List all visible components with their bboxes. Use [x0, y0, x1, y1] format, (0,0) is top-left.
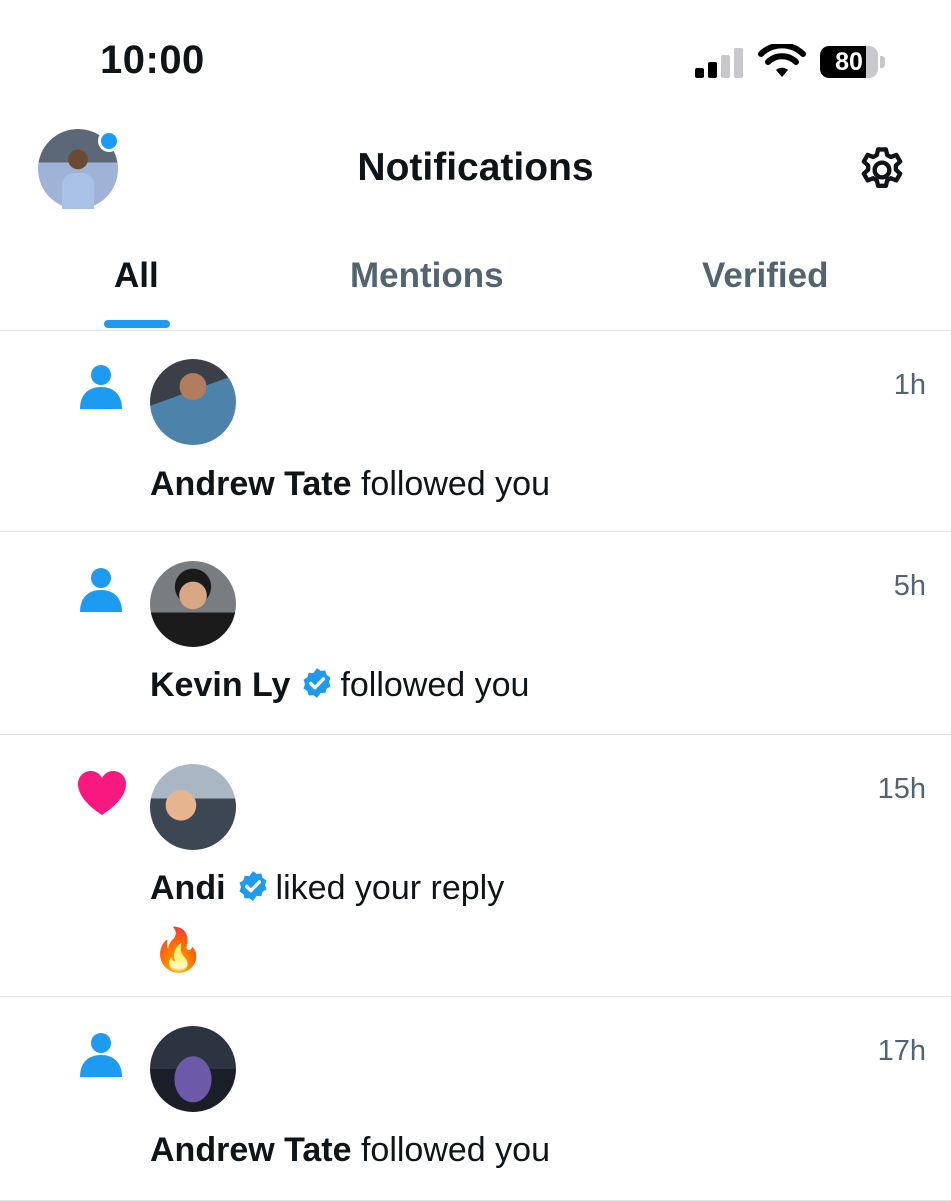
notification-time: 15h [877, 773, 926, 805]
notification-text: Andrew Tate followed you [150, 465, 550, 504]
tab-verified[interactable]: Verified [702, 256, 828, 296]
avatar[interactable] [150, 1026, 236, 1112]
notification-time: 5h [893, 570, 926, 602]
notification-item[interactable]: 5h Kevin Ly followed you [0, 532, 951, 735]
user-name[interactable]: Andrew Tate [150, 1131, 352, 1169]
avatar[interactable] [150, 764, 236, 850]
notification-action: followed you [340, 666, 530, 704]
tab-all[interactable]: All [114, 256, 159, 296]
tab-mentions[interactable]: Mentions [350, 256, 504, 296]
battery-icon: 80 [820, 46, 886, 78]
avatar[interactable] [150, 359, 236, 445]
notification-text: Andrew Tate followed you [150, 1131, 550, 1170]
notification-item[interactable]: 1h Andrew Tate followed you [0, 331, 951, 532]
verified-badge-icon [303, 668, 331, 698]
tab-bar: All Mentions Verified [0, 240, 951, 331]
gear-icon[interactable] [856, 144, 908, 196]
avatar[interactable] [150, 561, 236, 647]
user-name[interactable]: Andi [150, 869, 226, 907]
notification-action: followed you [360, 465, 550, 503]
notification-text: Andi liked your reply [150, 869, 504, 908]
notification-text: Kevin Ly followed you [150, 666, 529, 705]
cellular-signal-icon [695, 48, 745, 78]
wifi-icon [758, 44, 806, 77]
reply-content: 🔥 [152, 925, 205, 974]
status-bar: 10:00 80 [0, 0, 951, 120]
person-icon [80, 365, 122, 409]
notification-item[interactable]: 15h Andi liked your reply 🔥 [0, 735, 951, 997]
heart-icon [78, 771, 126, 815]
person-icon [80, 568, 122, 612]
battery-percent: 80 [835, 48, 863, 76]
notification-time: 1h [893, 369, 926, 401]
notification-action: liked your reply [275, 869, 505, 907]
verified-badge-icon [239, 871, 267, 901]
notification-time: 17h [877, 1035, 926, 1067]
notification-item[interactable]: 17h Andrew Tate followed you [0, 997, 951, 1201]
user-name[interactable]: Andrew Tate [150, 465, 352, 503]
page-title: Notifications [357, 146, 594, 189]
person-icon [80, 1033, 122, 1077]
active-tab-indicator [104, 320, 170, 328]
status-time: 10:00 [100, 38, 205, 82]
user-name[interactable]: Kevin Ly [150, 666, 290, 704]
header: Notifications [0, 120, 951, 220]
notification-action: followed you [360, 1131, 550, 1169]
